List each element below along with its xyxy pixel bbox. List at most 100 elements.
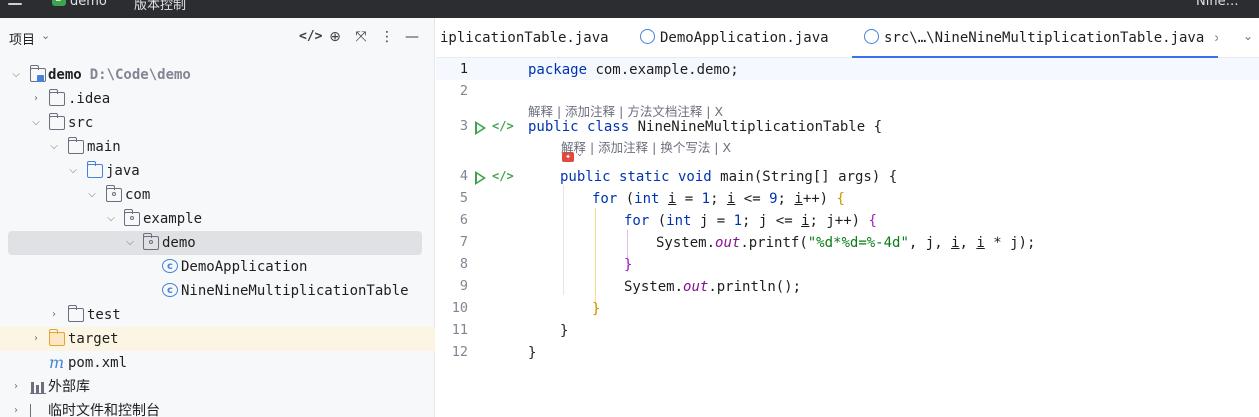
folder-icon bbox=[68, 305, 84, 322]
run-main-icon[interactable] bbox=[474, 171, 488, 185]
tree-item-main[interactable]: ⌵ main bbox=[0, 135, 435, 159]
package-icon bbox=[124, 209, 140, 226]
keyword: public class bbox=[528, 119, 630, 135]
keyword: for bbox=[624, 213, 650, 229]
tree-item-label: demo D:\Code\demo bbox=[48, 67, 191, 83]
code-line: } bbox=[528, 342, 536, 364]
library-icon bbox=[30, 380, 46, 394]
code-text: ( bbox=[617, 191, 635, 207]
tree-item-nine-nine-multiplication-table[interactable]: c NineNineMultiplicationTable bbox=[0, 279, 435, 303]
tree-item-label: demo bbox=[162, 235, 196, 251]
chevron-down-icon[interactable]: ⌄ bbox=[41, 29, 50, 42]
tree-item-demo-package[interactable]: ⌵ demo bbox=[8, 231, 422, 255]
run-class-icon[interactable] bbox=[474, 121, 488, 135]
keyword: for bbox=[592, 191, 618, 207]
tree-item-demo-application[interactable]: c DemoApplication bbox=[0, 255, 435, 279]
spring-bean-icon[interactable]: </> bbox=[492, 119, 514, 133]
line-number: 5 bbox=[459, 190, 468, 206]
code-text: , j, bbox=[908, 235, 952, 251]
spring-class-icon bbox=[864, 29, 879, 44]
tree-item-com[interactable]: ⌵ com bbox=[0, 183, 435, 207]
tree-item-target[interactable]: › target bbox=[0, 327, 435, 351]
project-view-title[interactable]: 项目 bbox=[9, 29, 35, 48]
editor-tab-bar: iplicationTable.java DemoApplication.jav… bbox=[436, 18, 1259, 58]
tree-item-src[interactable]: ⌵ src bbox=[0, 111, 435, 135]
run-config-label[interactable]: Nine… bbox=[1196, 0, 1239, 9]
tree-item-label: 临时文件和控制台 bbox=[48, 403, 160, 417]
chevron-down-icon[interactable]: ⌄ bbox=[1243, 29, 1253, 43]
tree-item-java[interactable]: ⌵ java bbox=[0, 159, 435, 183]
tree-item-label: example bbox=[143, 211, 203, 227]
brace: { bbox=[836, 191, 845, 207]
static-field: out bbox=[715, 235, 741, 251]
tree-item-demo-module[interactable]: ⌵ demo D:\Code\demo bbox=[0, 63, 435, 87]
crosshair-icon[interactable]: ⊕ bbox=[325, 27, 345, 47]
code-text: System. bbox=[624, 279, 684, 295]
chevron-down-icon[interactable]: ⌵ bbox=[48, 135, 60, 159]
minimize-icon[interactable]: — bbox=[402, 27, 422, 47]
tab-demo-application[interactable]: DemoApplication.java bbox=[640, 18, 829, 58]
brace: { bbox=[873, 119, 883, 135]
chevron-down-icon[interactable]: ⌵ bbox=[67, 159, 79, 183]
chevron-down-icon[interactable]: ⌵ bbox=[105, 207, 117, 231]
source-root-folder-icon bbox=[87, 161, 103, 178]
close-icon[interactable]: ✕ bbox=[1214, 31, 1218, 46]
line-number: 10 bbox=[451, 300, 468, 316]
chevron-right-icon[interactable]: › bbox=[48, 303, 60, 327]
code-text: System. bbox=[656, 235, 716, 251]
chevron-down-icon[interactable]: ⌵ bbox=[86, 183, 98, 207]
options-menu-icon[interactable]: ⋮ bbox=[377, 27, 397, 47]
line-number: 7 bbox=[459, 234, 468, 250]
code-line: System.out.println(); bbox=[624, 276, 801, 298]
tree-item-external-libraries[interactable]: › 外部库 bbox=[0, 375, 435, 399]
folder-icon bbox=[68, 137, 84, 154]
hamburger-menu-icon[interactable] bbox=[8, 0, 22, 8]
vcs-widget[interactable]: 版本控制 bbox=[134, 0, 186, 13]
collapse-all-icon[interactable]: ⤧ bbox=[351, 27, 371, 47]
tree-item-idea[interactable]: › .idea bbox=[0, 87, 435, 111]
keyword: int bbox=[634, 191, 660, 207]
code-line: } bbox=[592, 298, 600, 320]
chevron-right-icon[interactable]: › bbox=[10, 399, 22, 417]
spring-bean-icon[interactable]: </> bbox=[492, 169, 514, 183]
tree-item-example[interactable]: ⌵ example bbox=[0, 207, 435, 231]
chevron-down-icon[interactable]: ⌵ bbox=[10, 63, 22, 87]
tree-item-test[interactable]: › test bbox=[0, 303, 435, 327]
brace: { bbox=[888, 169, 898, 185]
tree-item-scratches-consoles[interactable]: › 临时文件和控制台 bbox=[0, 399, 435, 417]
code-text: * j); bbox=[984, 235, 1036, 251]
variable: i bbox=[976, 235, 985, 251]
code-text: ) bbox=[819, 191, 837, 207]
spring-class-icon: c bbox=[162, 259, 178, 273]
chevron-right-icon[interactable]: › bbox=[10, 375, 22, 399]
ai-inlay-hint[interactable]: 解释 | 添加注释 | 换个写法 | X bbox=[561, 137, 731, 156]
code-text: j = bbox=[691, 213, 734, 229]
tab-nine-nine-multiplication-table[interactable]: src\…\NineNineMultiplicationTable.java ✕ bbox=[852, 18, 1218, 58]
code-text: main(String[] args) bbox=[711, 169, 889, 185]
chevron-down-icon[interactable]: ⌵ bbox=[30, 111, 42, 135]
chevron-down-icon[interactable]: ⌵ bbox=[124, 231, 136, 255]
locate-file-icon[interactable]: </> bbox=[299, 27, 322, 47]
code-editor[interactable]: package com.example.demo; 解释 | 添加注释 | 方法… bbox=[528, 58, 1259, 417]
line-number: 2 bbox=[459, 83, 468, 99]
chevron-right-icon[interactable]: › bbox=[30, 87, 42, 111]
code-line: public class NineNineMultiplicationTable… bbox=[528, 116, 882, 138]
chevron-right-icon[interactable]: › bbox=[30, 327, 42, 351]
tree-item-label: java bbox=[106, 163, 140, 179]
excluded-folder-icon bbox=[49, 329, 65, 346]
code-text: ++ bbox=[802, 191, 820, 207]
tab-multiplication-table-partial[interactable]: iplicationTable.java bbox=[440, 18, 630, 58]
variable: i bbox=[951, 235, 960, 251]
project-panel-header: 项目 ⌄ </> ⊕ ⤧ ⋮ — bbox=[0, 18, 435, 58]
number: 9 bbox=[769, 191, 778, 207]
editor-area: iplicationTable.java DemoApplication.jav… bbox=[436, 18, 1259, 417]
code-text: ; bbox=[710, 191, 727, 207]
project-name[interactable]: demo bbox=[70, 0, 107, 9]
string-literal: "%d*%d=%-4d" bbox=[807, 235, 909, 251]
folder-icon bbox=[49, 89, 65, 106]
project-badge[interactable]: D bbox=[52, 0, 66, 6]
tree-item-pom-xml[interactable]: m pom.xml bbox=[0, 351, 435, 375]
tree-item-label: pom.xml bbox=[68, 355, 128, 371]
line-number: 9 bbox=[459, 278, 468, 294]
brace: } bbox=[624, 257, 633, 273]
